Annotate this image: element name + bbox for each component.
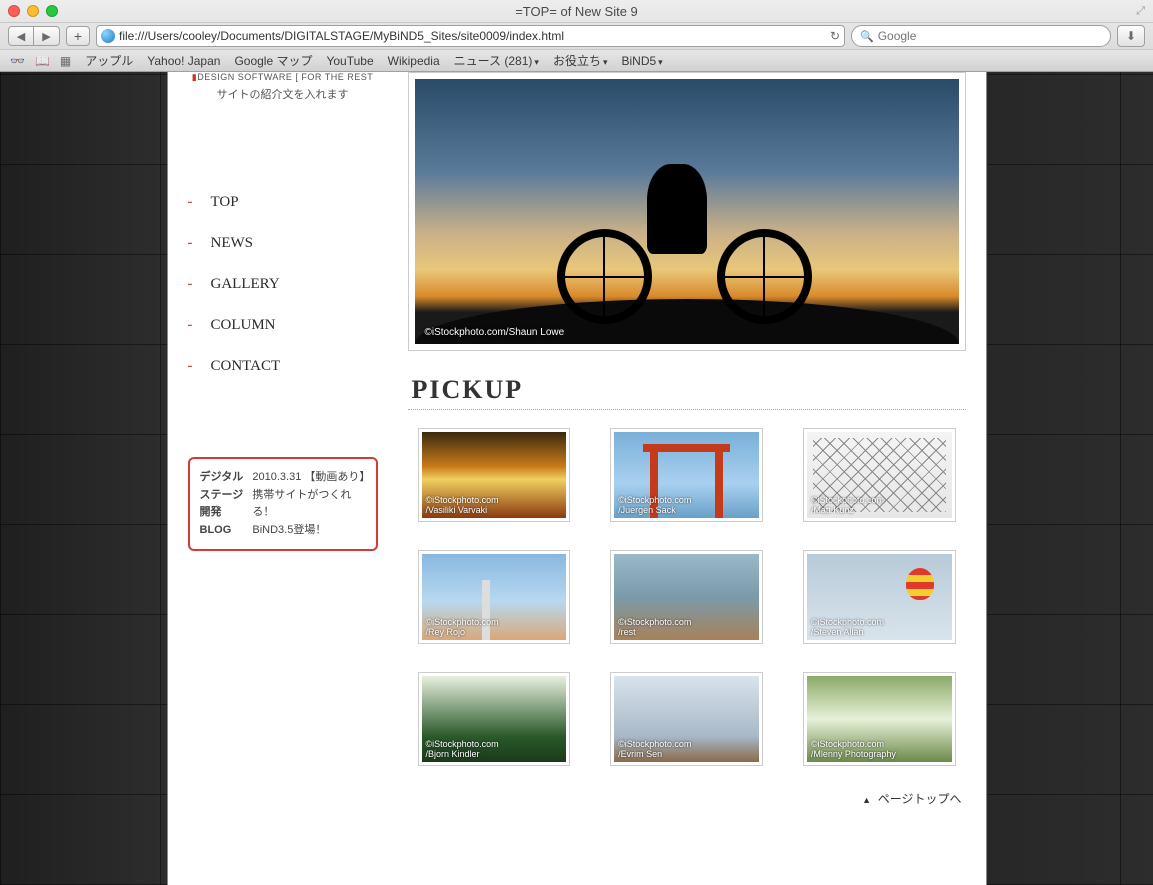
bookmark-item[interactable]: Yahoo! Japan [147,54,220,68]
sidebar: ▮DESIGN SOFTWARE [ FOR THE REST サイトの紹介文を… [168,72,398,885]
thumb-credit: ©iStockphoto.com/Evrim Sen [618,740,691,760]
reading-list-icon[interactable]: 👓 [10,54,25,68]
search-icon: 🔍 [860,30,874,43]
forward-button[interactable]: ▶ [34,26,60,46]
blog-widget-body: 2010.3.31 【動画あり】 携帯サイトがつくれる！ BiND3.5登場！ [252,469,365,539]
bookmark-item[interactable]: BiND5 [621,54,662,68]
site-icon [101,29,115,43]
thumb-image: ©iStockphoto.com/Evrim Sen [614,676,759,762]
thumb-image: ©iStockphoto.com/Matt Kunz [807,432,952,518]
bookmark-item[interactable]: Google マップ [234,52,312,69]
nav-item-column[interactable]: -COLUMN [188,305,378,346]
pickup-thumb[interactable]: ©iStockphoto.com/Vasiliki Varvaki [418,428,571,522]
pickup-thumb[interactable]: ©iStockphoto.com/rest [610,550,763,644]
thumb-image: ©iStockphoto.com/Mlenny Photography [807,676,952,762]
thumb-credit: ©iStockphoto.com/Rey Rojo [426,618,499,638]
thumb-image: ©iStockphoto.com/Juergen Sack [614,432,759,518]
pickup-thumb[interactable]: ©iStockphoto.com/Steven Allan [803,550,956,644]
hero-image: ©iStockphoto.com/Shaun Lowe [415,79,959,344]
search-input[interactable] [878,29,1102,43]
site-subtitle: サイトの紹介文を入れます [188,86,378,102]
url-bar[interactable]: file:///Users/cooley/Documents/DIGITALST… [96,25,845,47]
bookmarks-icon[interactable]: 📖 [35,54,50,68]
nav-item-gallery[interactable]: -GALLERY [188,264,378,305]
site-tagline: ▮DESIGN SOFTWARE [ FOR THE REST [188,72,378,83]
nav-item-news[interactable]: -NEWS [188,223,378,264]
pickup-thumb[interactable]: ©iStockphoto.com/Juergen Sack [610,428,763,522]
search-bar[interactable]: 🔍 [851,25,1111,47]
pickup-thumb[interactable]: ©iStockphoto.com/Matt Kunz [803,428,956,522]
thumb-credit: ©iStockphoto.com/Bjorn Kindler [426,740,499,760]
bookmark-item[interactable]: Wikipedia [388,54,440,68]
page-container: ▮DESIGN SOFTWARE [ FOR THE REST サイトの紹介文を… [167,72,987,885]
bookmark-item[interactable]: ニュース (281) [454,52,539,69]
bookmark-item[interactable]: お役立ち [553,52,608,69]
thumb-image: ©iStockphoto.com/Bjorn Kindler [422,676,567,762]
url-text: file:///Users/cooley/Documents/DIGITALST… [119,29,564,43]
nav-item-contact[interactable]: -CONTACT [188,346,378,387]
pickup-thumb[interactable]: ©iStockphoto.com/Mlenny Photography [803,672,956,766]
thumb-credit: ©iStockphoto.com/Mlenny Photography [811,740,896,760]
pickup-thumb[interactable]: ©iStockphoto.com/Rey Rojo [418,550,571,644]
thumb-credit: ©iStockphoto.com/Steven Allan [811,618,884,638]
hero-image-frame: ©iStockphoto.com/Shaun Lowe [408,72,966,351]
hero-credit: ©iStockphoto.com/Shaun Lowe [425,327,565,338]
window-title: =TOP= of New Site 9 [0,4,1153,19]
thumb-image: ©iStockphoto.com/Steven Allan [807,554,952,640]
thumb-image: ©iStockphoto.com/rest [614,554,759,640]
thumb-credit: ©iStockphoto.com/Vasiliki Varvaki [426,496,499,516]
pickup-thumb[interactable]: ©iStockphoto.com/Bjorn Kindler [418,672,571,766]
main-content: ©iStockphoto.com/Shaun Lowe PICKUP ©iSto… [398,72,986,885]
viewport: ▮DESIGN SOFTWARE [ FOR THE REST サイトの紹介文を… [0,72,1153,885]
pickup-thumb[interactable]: ©iStockphoto.com/Evrim Sen [610,672,763,766]
pickup-heading: PICKUP [412,375,966,405]
bookmark-item[interactable]: YouTube [326,54,373,68]
blog-widget-title: デジタルステージ開発BLOG [200,469,245,539]
titlebar: =TOP= of New Site 9 ⤢ [0,0,1153,22]
thumb-credit: ©iStockphoto.com/rest [618,618,691,638]
thumb-credit: ©iStockphoto.com/Matt Kunz [811,496,884,516]
blog-widget[interactable]: デジタルステージ開発BLOG 2010.3.31 【動画あり】 携帯サイトがつく… [188,457,378,551]
pickup-grid: ©iStockphoto.com/Vasiliki Varvaki ©iStock… [408,418,966,766]
bookmarks-bar: 👓 📖 ▦ アップル Yahoo! Japan Google マップ YouTu… [0,49,1153,71]
browser-toolbar: ◀ ▶ + file:///Users/cooley/Documents/DIG… [0,22,1153,49]
thumb-image: ©iStockphoto.com/Vasiliki Varvaki [422,432,567,518]
browser-chrome: =TOP= of New Site 9 ⤢ ◀ ▶ + file:///User… [0,0,1153,72]
add-bookmark-button[interactable]: + [66,26,90,46]
up-triangle-icon: ▲ [862,795,871,805]
back-button[interactable]: ◀ [8,26,34,46]
downloads-button[interactable]: ⬇ [1117,25,1145,47]
page-top-link[interactable]: ▲ ページトップへ [408,790,966,807]
bookmark-item[interactable]: アップル [85,52,133,69]
topsites-icon[interactable]: ▦ [60,54,71,68]
thumb-image: ©iStockphoto.com/Rey Rojo [422,554,567,640]
nav-menu: -TOP -NEWS -GALLERY -COLUMN -CONTACT [188,182,378,387]
nav-item-top[interactable]: -TOP [188,182,378,223]
reload-icon[interactable]: ↻ [830,29,840,43]
thumb-credit: ©iStockphoto.com/Juergen Sack [618,496,691,516]
divider [408,409,966,410]
